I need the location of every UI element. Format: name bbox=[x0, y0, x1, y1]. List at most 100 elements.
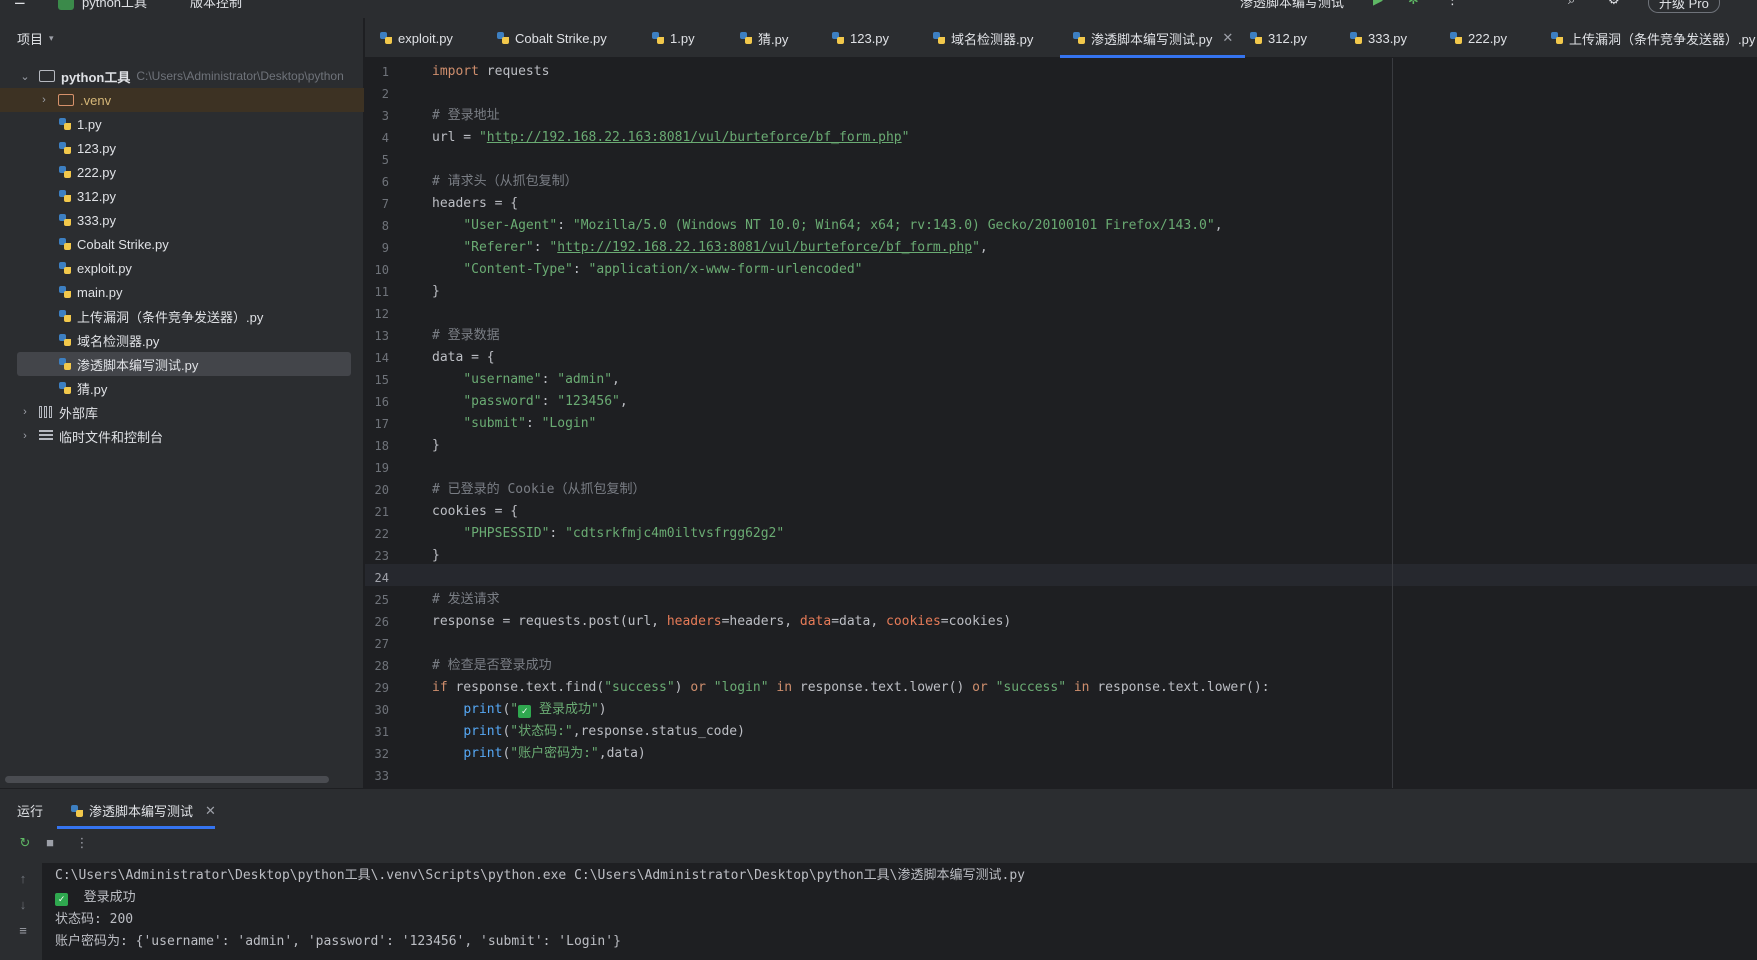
tab-file[interactable]: 312.py bbox=[1249, 18, 1307, 58]
file-name: 域名检测器.py bbox=[77, 333, 160, 349]
url-link[interactable]: http://192.168.22.163:8081/vul/burteforc… bbox=[557, 240, 972, 255]
tree-item-file[interactable]: Cobalt Strike.py bbox=[0, 232, 364, 256]
python-file-icon bbox=[1072, 31, 1086, 45]
tree-item-external-libraries[interactable]: › 外部库 bbox=[0, 400, 364, 424]
tab-file[interactable]: Cobalt Strike.py bbox=[496, 18, 607, 58]
line-number: 28 bbox=[374, 659, 389, 673]
line-number-gutter: 1 2 3 4 5 6 7 8 9 10 11 12 13 14 15 16 17 18 19 20 21 22 23 24 2… bbox=[365, 58, 427, 788]
run-config-selector[interactable]: 渗透脚本编写测试 bbox=[1240, 0, 1344, 11]
scratches-icon bbox=[39, 430, 53, 442]
tab-file[interactable]: 上传漏洞（条件竞争发送器）.py bbox=[1550, 18, 1755, 58]
console-line: 状态码: 200 bbox=[55, 912, 134, 927]
tab-file[interactable]: 猜.py bbox=[739, 18, 788, 58]
tab-file[interactable]: 1.py bbox=[651, 18, 695, 58]
code-line: url = "http://192.168.22.163:8081/vul/bu… bbox=[432, 130, 910, 145]
rerun-icon[interactable]: ↻ bbox=[17, 835, 33, 851]
tree-item-file[interactable]: 222.py bbox=[0, 160, 364, 184]
line-number: 16 bbox=[374, 395, 389, 409]
search-icon[interactable]: ⌕ bbox=[1568, 0, 1575, 8]
soft-wrap-icon[interactable]: ≡ bbox=[15, 923, 31, 939]
code-line: # 已登录的 Cookie（从抓包复制） bbox=[432, 482, 646, 497]
close-run-tab-icon[interactable]: ✕ bbox=[205, 803, 216, 819]
upgrade-button[interactable]: 升级 Pro bbox=[1648, 0, 1720, 13]
python-file-icon bbox=[58, 165, 72, 179]
settings-icon[interactable]: ⚙ bbox=[1608, 0, 1620, 8]
file-name: main.py bbox=[77, 284, 123, 300]
tab-file[interactable]: 222.py bbox=[1449, 18, 1507, 58]
tree-item-file[interactable]: 域名检测器.py bbox=[0, 328, 364, 352]
scroll-up-icon[interactable]: ↑ bbox=[15, 871, 31, 887]
line-number: 24 bbox=[374, 571, 389, 585]
run-tab-label: 渗透脚本编写测试 bbox=[89, 804, 194, 819]
horizontal-scrollbar[interactable] bbox=[5, 776, 329, 783]
tab-file[interactable]: exploit.py bbox=[379, 18, 453, 58]
line-number: 33 bbox=[374, 769, 389, 783]
tree-item-file[interactable]: 123.py bbox=[0, 136, 364, 160]
tab-file-active[interactable]: 渗透脚本编写测试.py ✕ bbox=[1059, 18, 1246, 58]
tree-root[interactable]: ⌄ python工具 C:\Users\Administrator\Deskto… bbox=[0, 64, 364, 88]
url-link[interactable]: http://192.168.22.163:8081/vul/burteforc… bbox=[487, 130, 902, 145]
python-file-icon bbox=[58, 357, 72, 371]
tab-label: 333.py bbox=[1368, 30, 1408, 46]
code-line: "Content-Type": "application/x-www-form-… bbox=[463, 262, 863, 277]
tree-item-file[interactable]: 312.py bbox=[0, 184, 364, 208]
debug-icon[interactable]: ✲ bbox=[1408, 0, 1419, 8]
tree-item-file[interactable]: 上传漏洞（条件竞争发送器）.py bbox=[0, 304, 364, 328]
tree-item-file[interactable]: main.py bbox=[0, 280, 364, 304]
title-bar: ☰ python工具 版本控制 渗透脚本编写测试 ▶ ✲ ⋮ ⁺ ⌕ ⚙ 升级 … bbox=[0, 0, 1757, 18]
line-number: 18 bbox=[374, 439, 389, 453]
scroll-down-icon[interactable]: ↓ bbox=[15, 897, 31, 913]
line-number: 27 bbox=[374, 637, 389, 651]
code-line: } bbox=[432, 438, 440, 453]
tree-item-venv[interactable]: › .venv bbox=[0, 88, 364, 112]
python-file-icon bbox=[831, 31, 845, 45]
chevron-down-icon: ▾ bbox=[49, 32, 54, 43]
run-tab[interactable]: 渗透脚本编写测试 ✕ bbox=[70, 801, 216, 820]
expand-arrow-icon[interactable]: ⌄ bbox=[17, 70, 33, 83]
run-icon[interactable]: ▶ bbox=[1373, 0, 1383, 8]
tree-item-file[interactable]: 猜.py bbox=[0, 376, 364, 400]
tree-item-file[interactable]: 333.py bbox=[0, 208, 364, 232]
tree-item-scratches[interactable]: › 临时文件和控制台 bbox=[0, 424, 364, 448]
file-name: 312.py bbox=[77, 188, 117, 204]
tree-item-file[interactable]: exploit.py bbox=[0, 256, 364, 280]
line-number: 32 bbox=[374, 747, 389, 761]
tree-item-selected-file[interactable]: 渗透脚本编写测试.py bbox=[17, 352, 351, 376]
chevron-right-icon[interactable]: › bbox=[17, 430, 33, 442]
folder-icon bbox=[39, 70, 55, 82]
tab-file[interactable]: 域名检测器.py bbox=[932, 18, 1033, 58]
code-line: # 登录数据 bbox=[432, 328, 500, 343]
code-line: print(" ✓ 登录成功") bbox=[463, 702, 607, 718]
python-file-icon bbox=[496, 31, 510, 45]
stop-icon[interactable]: ■ bbox=[42, 835, 58, 851]
project-switcher[interactable]: python工具 bbox=[82, 0, 147, 11]
tab-file[interactable]: 333.py bbox=[1349, 18, 1407, 58]
more-icon[interactable]: ⋮ bbox=[1446, 0, 1459, 8]
tab-file[interactable]: 123.py bbox=[831, 18, 889, 58]
vcs-widget[interactable]: 版本控制 bbox=[190, 0, 242, 11]
file-name: 333.py bbox=[77, 212, 117, 228]
line-number: 10 bbox=[374, 263, 389, 277]
file-name: 1.py bbox=[77, 116, 102, 132]
code-editor[interactable]: 1 2 3 4 5 6 7 8 9 10 11 12 13 14 15 16 17 18 19 20 21 22 23 24 2… bbox=[365, 58, 1757, 788]
file-name: exploit.py bbox=[77, 260, 132, 276]
chevron-right-icon[interactable]: › bbox=[17, 406, 33, 418]
root-folder-name: python工具 bbox=[61, 69, 131, 85]
line-number: 8 bbox=[381, 219, 389, 233]
chevron-right-icon[interactable]: › bbox=[36, 94, 52, 106]
project-view-selector[interactable]: 项目 ▾ bbox=[17, 28, 54, 48]
python-file-icon bbox=[1550, 31, 1564, 45]
add-user-icon[interactable]: ⁺ bbox=[1528, 0, 1535, 8]
line-number: 22 bbox=[374, 527, 389, 541]
tab-label: 上传漏洞（条件竞争发送器）.py bbox=[1569, 31, 1756, 47]
more-options-icon[interactable]: ⋮ bbox=[74, 835, 90, 851]
console-output[interactable]: C:\Users\Administrator\Desktop\python工具\… bbox=[42, 863, 1757, 960]
code-line: "User-Agent": "Mozilla/5.0 (Windows NT 1… bbox=[463, 218, 1223, 233]
library-icon bbox=[39, 406, 53, 418]
code-line: print("账户密码为:",data) bbox=[463, 746, 646, 761]
main-menu-icon[interactable]: ☰ bbox=[14, 0, 26, 8]
close-tab-icon[interactable]: ✕ bbox=[1222, 30, 1233, 46]
tab-label: 猜.py bbox=[758, 31, 789, 47]
tree-item-file[interactable]: 1.py bbox=[0, 112, 364, 136]
editor-tabs: exploit.py Cobalt Strike.py 1.py 猜.py 12… bbox=[365, 18, 1757, 58]
